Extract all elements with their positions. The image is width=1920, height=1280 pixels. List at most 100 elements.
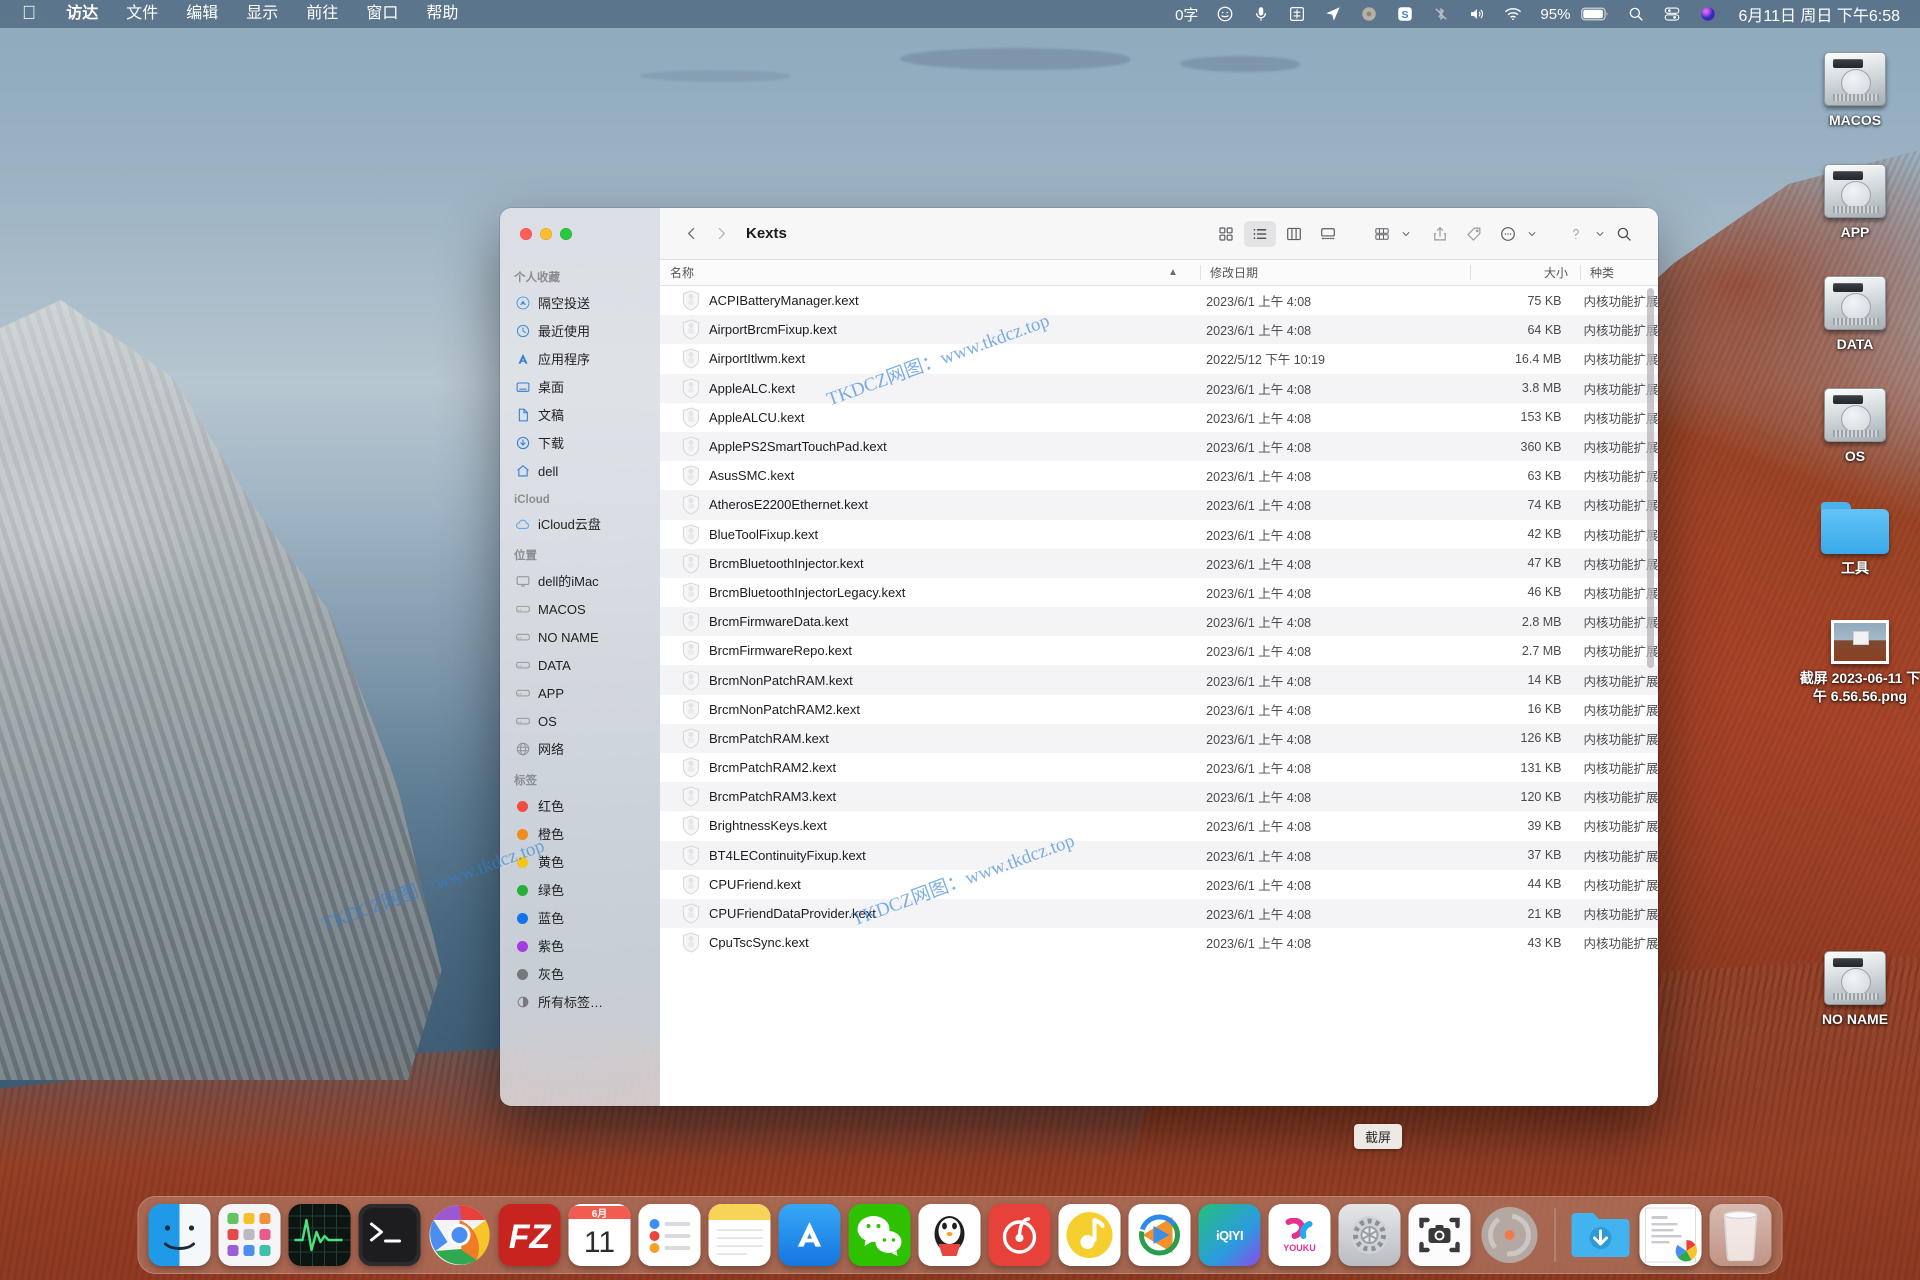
dock-item-trash[interactable] xyxy=(1709,1204,1772,1266)
finder-window[interactable]: 个人收藏 隔空投送 最近使用 应用程序 桌面 文稿 下载 dell iCloud… xyxy=(500,208,1658,1106)
chevron-down-icon[interactable] xyxy=(1526,221,1538,247)
apple-logo-icon[interactable]:  xyxy=(18,0,52,28)
word-count-indicator[interactable]: 0字 xyxy=(1166,0,1207,28)
table-row[interactable]: BrcmFirmwareRepo.kext 2023/6/1 上午 4:08 2.7… xyxy=(660,636,1658,665)
table-row[interactable]: CPUFriend.kext 2023/6/1 上午 4:08 44 KB 内核功能扩… xyxy=(660,870,1658,899)
file-name-cell[interactable]: BrcmBluetoothInjectorLegacy.kext xyxy=(660,582,1196,603)
column-header-kind[interactable]: 种类 xyxy=(1580,260,1614,286)
group-by-button[interactable] xyxy=(1366,221,1398,247)
more-actions-button[interactable] xyxy=(1492,221,1524,247)
sidebar-item-documents[interactable]: 文稿 xyxy=(507,401,653,429)
dock-item-filezilla[interactable]: FZ xyxy=(498,1204,561,1266)
finder-toolbar[interactable]: Kexts xyxy=(660,208,1658,260)
file-name-cell[interactable]: BrcmFirmwareData.kext xyxy=(660,611,1196,632)
close-button[interactable] xyxy=(520,228,532,240)
menu-bar[interactable]:  访达 文件 编辑 显示 前往 窗口 帮助 0字 xyxy=(0,0,1920,28)
search-icon[interactable] xyxy=(1618,0,1654,28)
table-row[interactable]: BrcmPatchRAM2.kext 2023/6/1 上午 4:08 131 KB… xyxy=(660,753,1658,782)
table-row[interactable]: BrcmNonPatchRAM2.kext 2023/6/1 上午 4:08 16 … xyxy=(660,695,1658,724)
dock-item-wechat[interactable] xyxy=(848,1204,911,1266)
file-name-cell[interactable]: BrcmPatchRAM3.kext xyxy=(660,786,1196,807)
file-name-cell[interactable]: AppleALC.kext xyxy=(660,378,1196,399)
dock-item-calendar[interactable]: 6月 11 xyxy=(568,1204,631,1266)
dock-item-disc[interactable] xyxy=(1479,1204,1541,1266)
table-row[interactable]: AsusSMC.kext 2023/6/1 上午 4:08 63 KB 内核功能扩展 xyxy=(660,461,1658,490)
sidebar-item-tag-gray[interactable]: 灰色 xyxy=(507,960,653,988)
back-button[interactable] xyxy=(678,221,704,247)
battery-icon[interactable] xyxy=(1579,0,1618,28)
column-header-name[interactable]: 名称 xyxy=(660,260,1200,286)
share-button[interactable] xyxy=(1424,221,1456,247)
dock-item-netease-music[interactable] xyxy=(988,1204,1051,1266)
sidebar-item-airdrop[interactable]: 隔空投送 xyxy=(507,289,653,317)
bluetooth-off-icon[interactable] xyxy=(1423,0,1459,28)
dock-item-tencent-video[interactable] xyxy=(1128,1204,1191,1266)
gallery-view-button[interactable] xyxy=(1312,221,1344,247)
column-header-row[interactable]: 名称 ▲ 修改日期 大小 种类 xyxy=(660,260,1658,286)
help-button[interactable] xyxy=(1560,221,1592,247)
table-row[interactable]: BlueToolFixup.kext 2023/6/1 上午 4:08 42 KB 内… xyxy=(660,520,1658,549)
forward-button[interactable] xyxy=(708,221,734,247)
table-row[interactable]: AtherosE2200Ethernet.kext 2023/6/1 上午 4:0… xyxy=(660,490,1658,520)
dock-item-screenshot[interactable] xyxy=(1408,1204,1471,1266)
sidebar-item-desktop[interactable]: 桌面 xyxy=(507,373,653,401)
table-row[interactable]: CpuTscSync.kext 2023/6/1 上午 4:08 43 KB 内核功能… xyxy=(660,928,1658,957)
vertical-scrollbar[interactable] xyxy=(1647,288,1654,668)
column-header-date[interactable]: 修改日期 xyxy=(1200,260,1470,286)
battery-percent-label[interactable]: 95% xyxy=(1531,0,1579,28)
desktop-icon-data[interactable]: DATA xyxy=(1790,260,1920,355)
sidebar-item-data[interactable]: DATA xyxy=(507,651,653,679)
table-row[interactable]: AirportBrcmFixup.kext 2023/6/1 上午 4:08 64 … xyxy=(660,315,1658,345)
sidebar-item-tag-yellow[interactable]: 黄色 xyxy=(507,848,653,876)
menu-item-view[interactable]: 显示 xyxy=(232,0,292,28)
menu-item-edit[interactable]: 编辑 xyxy=(172,0,232,28)
file-rows-container[interactable]: ACPIBatteryManager.kext 2023/6/1 上午 4:08 7… xyxy=(660,286,1658,1106)
search-button[interactable] xyxy=(1608,221,1640,247)
microphone-icon[interactable] xyxy=(1243,0,1279,28)
table-row[interactable]: AirportItlwm.kext 2022/5/12 下午 10:19 16.4 … xyxy=(660,344,1658,373)
desktop[interactable]:  访达 文件 编辑 显示 前往 窗口 帮助 0字 xyxy=(0,0,1920,1280)
menu-item-window[interactable]: 窗口 xyxy=(352,0,412,28)
sidebar-item-no-name[interactable]: NO NAME xyxy=(507,623,653,651)
desktop-icon-app[interactable]: APP xyxy=(1790,148,1920,243)
dock-item-qq[interactable] xyxy=(918,1204,981,1266)
dock-item-finder[interactable] xyxy=(148,1204,211,1266)
siri-icon[interactable] xyxy=(1351,0,1387,28)
file-name-cell[interactable]: BT4LEContinuityFixup.kext xyxy=(660,845,1196,866)
table-row[interactable]: BrcmFirmwareData.kext 2023/6/1 上午 4:08 2.8… xyxy=(660,607,1658,637)
dock-item-terminal[interactable] xyxy=(358,1204,421,1266)
column-header-size[interactable]: 大小 xyxy=(1470,260,1580,286)
dock-item-youku[interactable]: YOUKU xyxy=(1268,1204,1331,1266)
table-row[interactable]: BrcmPatchRAM3.kext 2023/6/1 上午 4:08 120 KB… xyxy=(660,782,1658,812)
table-row[interactable]: ApplePS2SmartTouchPad.kext 2023/6/1 上午 4:… xyxy=(660,431,1658,462)
file-name-cell[interactable]: AsusSMC.kext xyxy=(660,465,1196,486)
file-name-cell[interactable]: ApplePS2SmartTouchPad.kext xyxy=(660,436,1196,457)
dock-item-chrome[interactable] xyxy=(429,1204,491,1266)
dock-item-activity-monitor[interactable] xyxy=(288,1204,351,1266)
dock-item-downloads-stack[interactable] xyxy=(1570,1204,1632,1266)
file-name-cell[interactable]: AirportItlwm.kext xyxy=(660,348,1196,369)
menu-item-help[interactable]: 帮助 xyxy=(412,0,472,28)
control-center-icon[interactable] xyxy=(1654,0,1690,28)
file-name-cell[interactable]: AirportBrcmFixup.kext xyxy=(660,319,1196,340)
file-name-cell[interactable]: BrightnessKeys.kext xyxy=(660,815,1196,836)
sidebar-item-macos[interactable]: MACOS xyxy=(507,595,653,623)
zoom-button[interactable] xyxy=(560,228,572,240)
sidebar-item-tag-red[interactable]: 红色 xyxy=(507,792,653,820)
finder-file-list-pane[interactable]: 名称 ▲ 修改日期 大小 种类 ACPIBatteryManager.kext 2… xyxy=(660,208,1658,1106)
file-name-cell[interactable]: ACPIBatteryManager.kext xyxy=(660,290,1196,311)
table-row[interactable]: BrightnessKeys.kext 2023/6/1 上午 4:08 39 KB… xyxy=(660,811,1658,840)
sidebar-item-downloads[interactable]: 下载 xyxy=(507,429,653,457)
minimize-button[interactable] xyxy=(540,228,552,240)
file-name-cell[interactable]: BrcmPatchRAM2.kext xyxy=(660,757,1196,778)
table-row[interactable]: ACPIBatteryManager.kext 2023/6/1 上午 4:08 7… xyxy=(660,286,1658,315)
table-row[interactable]: BrcmPatchRAM.kext 2023/6/1 上午 4:08 126 KB 内… xyxy=(660,723,1658,753)
table-row[interactable]: AppleALCU.kext 2023/6/1 上午 4:08 153 KB 内核功能… xyxy=(660,403,1658,432)
sidebar-item-applications[interactable]: 应用程序 xyxy=(507,345,653,373)
icon-view-button[interactable] xyxy=(1210,221,1242,247)
sidebar-item-all-tags[interactable]: 所有标签… xyxy=(507,988,653,1016)
dock[interactable]: FZ 6月 11 iQIYI YOUKU xyxy=(137,1196,1783,1274)
file-name-cell[interactable]: BrcmPatchRAM.kext xyxy=(660,728,1196,749)
file-name-cell[interactable]: AppleALCU.kext xyxy=(660,407,1196,428)
dock-item-qq-music[interactable] xyxy=(1058,1204,1121,1266)
